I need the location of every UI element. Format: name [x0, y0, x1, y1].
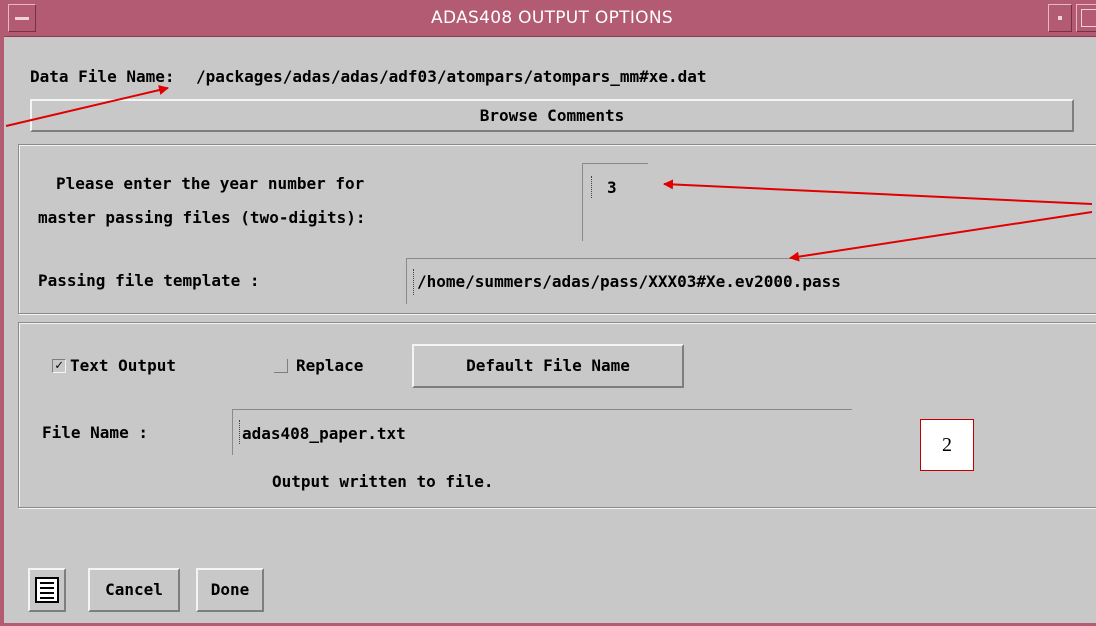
minimize-button[interactable] [1048, 4, 1072, 32]
maximize-icon [1081, 9, 1096, 27]
year-input[interactable]: 3 [582, 163, 648, 241]
default-file-name-button[interactable]: Default File Name [412, 344, 684, 388]
done-label: Done [210, 580, 250, 599]
data-file-path: /packages/adas/adas/adf03/atompars/atomp… [196, 67, 707, 86]
text-output-checkbox[interactable]: ✓ [52, 359, 66, 373]
template-input[interactable]: /home/summers/adas/pass/XXX03#Xe.ev2000.… [406, 258, 1096, 304]
window-title: ADAS408 OUTPUT OPTIONS [431, 8, 673, 28]
year-input-value: 3 [607, 178, 617, 197]
text-output-label: Text Output [70, 356, 176, 375]
cancel-button[interactable]: Cancel [88, 568, 180, 612]
default-file-name-label: Default File Name [466, 356, 630, 375]
done-button[interactable]: Done [196, 568, 264, 612]
template-input-value: /home/summers/adas/pass/XXX03#Xe.ev2000.… [417, 272, 841, 291]
data-file-label: Data File Name: [30, 67, 175, 86]
cancel-label: Cancel [105, 580, 163, 599]
browse-comments-button[interactable]: Browse Comments [30, 99, 1074, 132]
output-options-window: ADAS408 OUTPUT OPTIONS Data File Name: /… [0, 0, 1096, 626]
list-menu-button[interactable] [28, 568, 66, 612]
replace-label: Replace [296, 356, 364, 375]
status-message: Output written to file. [272, 472, 494, 491]
template-label: Passing file template : [38, 271, 260, 290]
file-name-label: File Name : [42, 423, 148, 442]
file-name-input[interactable]: adas408_paper.txt [232, 409, 852, 455]
year-prompt-line1: Please enter the year number for [56, 174, 365, 193]
text-cursor [591, 176, 594, 198]
file-name-value: adas408_paper.txt [242, 424, 406, 443]
replace-checkbox[interactable] [274, 359, 288, 373]
text-cursor [413, 269, 416, 295]
title-bar: ADAS408 OUTPUT OPTIONS [4, 0, 1096, 37]
year-prompt-line2: master passing files (two-digits): [38, 208, 366, 227]
check-icon: ✓ [55, 358, 63, 373]
minimize-icon [1058, 16, 1062, 20]
maximize-button[interactable] [1076, 4, 1096, 32]
browse-comments-label: Browse Comments [479, 106, 625, 125]
list-menu-icon [35, 577, 59, 603]
annotation-number-box: 2 [920, 419, 974, 471]
